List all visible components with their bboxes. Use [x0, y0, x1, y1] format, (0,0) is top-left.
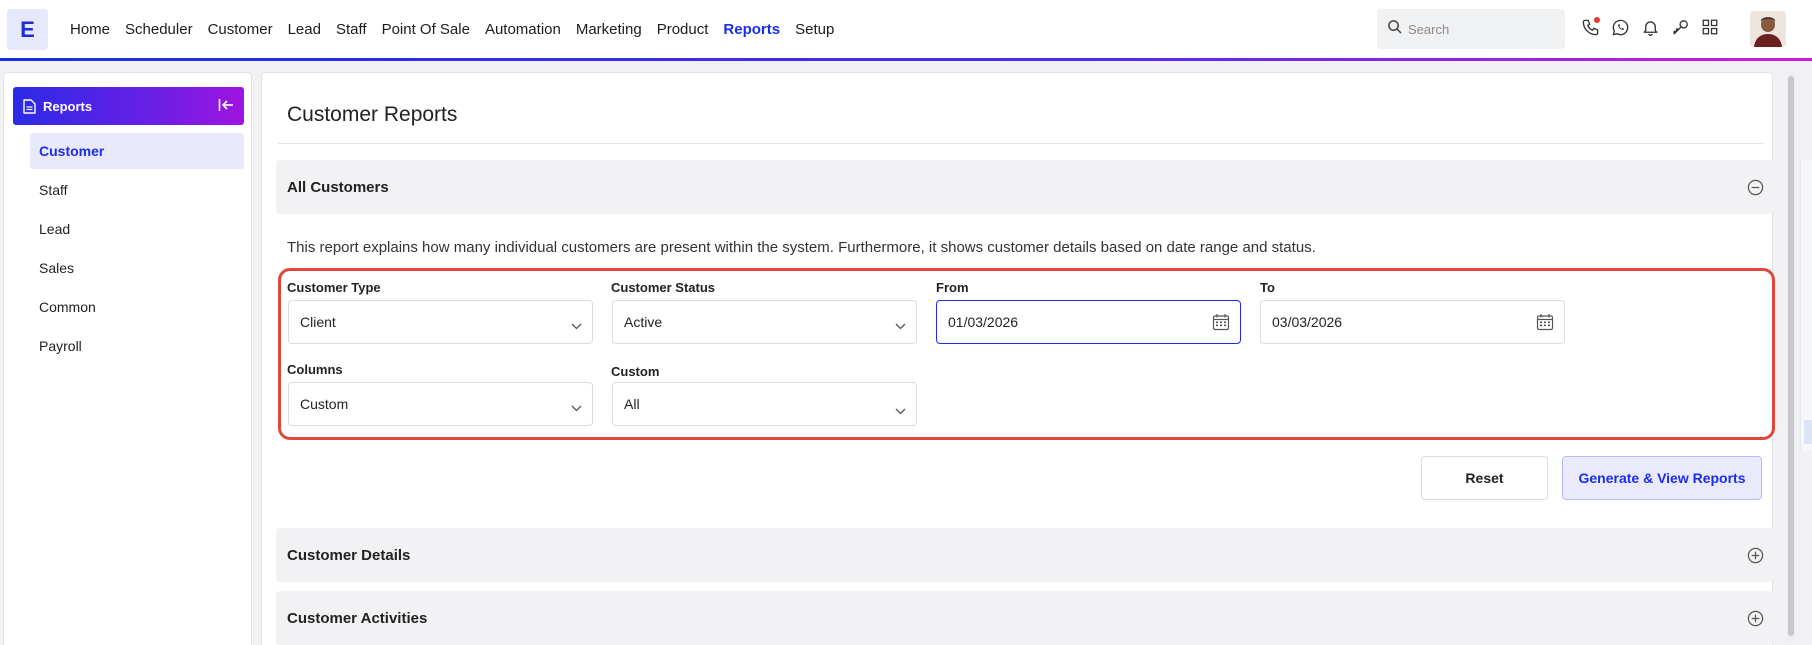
customer-status-value: Active — [624, 314, 663, 330]
from-date-input[interactable]: 01/03/2026 — [936, 300, 1241, 344]
section-customer-activities-label: Customer Activities — [287, 609, 428, 627]
nav-item-customer[interactable]: Customer — [208, 21, 273, 38]
report-doc-icon — [23, 98, 36, 114]
sidebar-item-common[interactable]: Common — [30, 289, 244, 325]
sidebar-item-lead[interactable]: Lead — [30, 211, 244, 247]
section-all-customers-label: All Customers — [287, 178, 389, 196]
nav-item-marketing[interactable]: Marketing — [576, 21, 642, 38]
customer-type-label: Customer Type — [287, 280, 381, 295]
columns-select[interactable]: Custom — [288, 382, 593, 426]
sidebar-list: Customer Staff Lead Sales Common Payroll — [30, 133, 244, 367]
nav-item-reports[interactable]: Reports — [723, 21, 780, 38]
chevron-down-icon — [571, 399, 582, 415]
side-drawer-edge — [1800, 160, 1812, 450]
chevron-down-icon — [571, 317, 582, 333]
top-navbar: E Home Scheduler Customer Lead Staff Poi… — [0, 0, 1812, 60]
section-customer-details[interactable]: Customer Details — [276, 528, 1773, 582]
search-box — [1377, 9, 1565, 49]
nav-item-setup[interactable]: Setup — [795, 21, 834, 38]
nav-item-point-of-sale[interactable]: Point Of Sale — [382, 21, 470, 38]
section-customer-activities[interactable]: Customer Activities — [276, 591, 1773, 645]
phone-icon[interactable] — [1580, 17, 1600, 37]
chevron-down-icon — [895, 317, 906, 333]
title-divider — [278, 143, 1764, 144]
user-avatar[interactable] — [1750, 11, 1786, 47]
apps-grid-icon[interactable] — [1700, 17, 1720, 37]
custom-label: Custom — [611, 364, 660, 379]
columns-value: Custom — [300, 396, 349, 412]
main-nav: Home Scheduler Customer Lead Staff Point… — [70, 0, 849, 58]
sidebar-item-customer[interactable]: Customer — [30, 133, 244, 169]
main-panel: Customer Reports All Customers This repo… — [261, 72, 1775, 645]
expand-circle-icon[interactable] — [1747, 547, 1764, 568]
from-label: From — [936, 280, 969, 295]
main-scrollbar[interactable] — [1787, 72, 1795, 642]
key-icon[interactable] — [1670, 17, 1690, 37]
sidebar-header: Reports — [13, 87, 244, 125]
reset-button[interactable]: Reset — [1421, 456, 1548, 500]
bell-icon[interactable] — [1640, 17, 1660, 37]
to-date-input[interactable]: 03/03/2026 — [1260, 300, 1565, 344]
sidebar-item-sales[interactable]: Sales — [30, 250, 244, 286]
search-input[interactable] — [1408, 21, 1558, 37]
whatsapp-icon[interactable] — [1610, 17, 1630, 37]
nav-item-automation[interactable]: Automation — [485, 21, 561, 38]
report-description: This report explains how many individual… — [287, 239, 1316, 256]
filter-panel: Customer Type Client Customer Status Act… — [278, 268, 1775, 440]
app-logo[interactable]: E — [7, 9, 48, 50]
to-date-value: 03/03/2026 — [1272, 314, 1343, 330]
chevron-down-icon — [895, 402, 906, 418]
calendar-icon[interactable] — [1212, 313, 1230, 334]
customer-type-value: Client — [300, 314, 336, 330]
expand-circle-icon[interactable] — [1747, 610, 1764, 631]
section-all-customers[interactable]: All Customers — [276, 160, 1773, 214]
sidebar-item-staff[interactable]: Staff — [30, 172, 244, 208]
nav-item-scheduler[interactable]: Scheduler — [125, 21, 193, 38]
drawer-tab[interactable] — [1804, 420, 1812, 444]
generate-view-reports-button[interactable]: Generate & View Reports — [1562, 456, 1762, 500]
custom-value: All — [624, 396, 640, 412]
search-icon — [1387, 19, 1402, 39]
collapse-circle-icon[interactable] — [1747, 179, 1764, 200]
collapse-sidebar-icon[interactable] — [218, 98, 234, 115]
sidebar-item-payroll[interactable]: Payroll — [30, 328, 244, 364]
topbar-icons — [1580, 17, 1720, 37]
from-date-value: 01/03/2026 — [948, 314, 1019, 330]
customer-type-select[interactable]: Client — [288, 300, 593, 344]
to-label: To — [1260, 280, 1275, 295]
customer-status-select[interactable]: Active — [612, 300, 917, 344]
calendar-icon[interactable] — [1536, 313, 1554, 334]
section-customer-details-label: Customer Details — [287, 546, 411, 564]
sidebar-title: Reports — [43, 98, 93, 114]
custom-select[interactable]: All — [612, 382, 917, 426]
page-title: Customer Reports — [287, 103, 458, 126]
nav-item-lead[interactable]: Lead — [288, 21, 321, 38]
nav-item-home[interactable]: Home — [70, 21, 110, 38]
columns-label: Columns — [287, 362, 343, 377]
topbar-accent-line — [0, 58, 1812, 61]
nav-item-product[interactable]: Product — [657, 21, 709, 38]
customer-status-label: Customer Status — [611, 280, 716, 295]
notification-dot — [1594, 17, 1600, 23]
sidebar: Reports Customer Staff Lead Sales Common… — [3, 72, 252, 645]
scrollbar-thumb[interactable] — [1788, 76, 1794, 636]
nav-item-staff[interactable]: Staff — [336, 21, 367, 38]
